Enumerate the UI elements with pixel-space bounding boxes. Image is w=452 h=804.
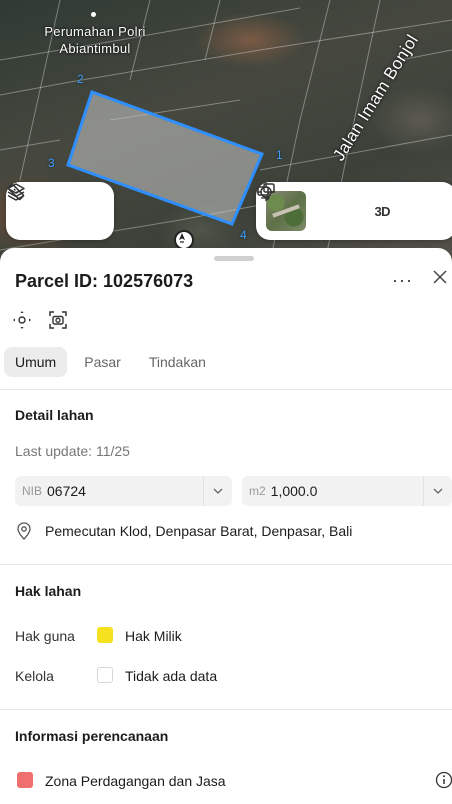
map-tools-right: 3D bbox=[256, 182, 452, 240]
place-label-line1: Perumahan Polri bbox=[44, 24, 146, 39]
location-pin-icon bbox=[17, 522, 31, 540]
vertex-label-4: 4 bbox=[240, 228, 247, 242]
close-button[interactable] bbox=[433, 270, 447, 289]
tab-umum[interactable]: Umum bbox=[4, 347, 68, 377]
page-title: Parcel ID: 102576073 bbox=[15, 271, 194, 291]
detail-section-title: Detail lahan bbox=[15, 407, 94, 423]
compass-button[interactable] bbox=[174, 230, 194, 250]
place-marker bbox=[91, 12, 96, 17]
zoom-to-parcel-button[interactable] bbox=[12, 310, 32, 335]
map-tools-left bbox=[6, 182, 114, 240]
nib-dropdown-button[interactable] bbox=[203, 476, 232, 506]
kelola-label: Kelola bbox=[15, 668, 54, 684]
last-update-text: Last update: 11/25 bbox=[15, 443, 130, 459]
divider bbox=[0, 709, 452, 710]
area-prefix: m2 bbox=[249, 484, 266, 498]
more-button[interactable]: ··· bbox=[392, 270, 413, 291]
map-view[interactable]: Perumahan Polri Abiantimbul Jalan Imam B… bbox=[0, 0, 452, 262]
vertex-label-2: 2 bbox=[77, 72, 84, 86]
view-3d-label: 3D bbox=[374, 203, 391, 219]
hak-milik-swatch bbox=[97, 627, 113, 643]
compare-icon bbox=[257, 183, 275, 201]
area-dropdown-button[interactable] bbox=[423, 476, 452, 506]
chevron-down-icon bbox=[433, 488, 443, 494]
compass-icon bbox=[179, 233, 185, 243]
compare-button[interactable] bbox=[257, 183, 446, 228]
vertex-label-1: 1 bbox=[276, 148, 283, 162]
focus-move-icon bbox=[13, 311, 31, 329]
hak-section-title: Hak lahan bbox=[15, 583, 82, 599]
view-3d-button[interactable]: 3D bbox=[365, 194, 399, 228]
parcel-detail-sheet: Parcel ID: 102576073 ··· Umum Pasar Tind… bbox=[0, 248, 452, 804]
kelola-value: Tidak ada data bbox=[125, 668, 218, 684]
kelola-swatch bbox=[97, 667, 113, 683]
hak-guna-label: Hak guna bbox=[15, 628, 75, 644]
place-label: Perumahan Polri Abiantimbul bbox=[30, 23, 160, 57]
area-value: 1,000.0 bbox=[270, 483, 318, 499]
place-label-line2: Abiantimbul bbox=[59, 41, 131, 56]
divider bbox=[0, 389, 452, 390]
tab-pasar[interactable]: Pasar bbox=[73, 347, 132, 377]
address-text: Pemecutan Klod, Denpasar Barat, Denpasar… bbox=[45, 523, 353, 539]
locate-button[interactable] bbox=[257, 183, 353, 228]
nib-value: 06724 bbox=[47, 483, 86, 499]
measure-button[interactable] bbox=[7, 183, 104, 228]
divider bbox=[0, 564, 452, 565]
sheet-grabber[interactable] bbox=[214, 256, 254, 261]
zona-text: Zona Perdagangan dan Jasa bbox=[45, 773, 226, 789]
nib-prefix: NIB bbox=[22, 484, 43, 498]
zona-swatch bbox=[17, 772, 33, 788]
tab-tindakan[interactable]: Tindakan bbox=[138, 347, 217, 377]
area-field[interactable]: m2 1,000.0 bbox=[242, 476, 452, 506]
close-icon bbox=[433, 270, 447, 284]
planning-section-title: Informasi perencanaan bbox=[15, 728, 169, 744]
hak-guna-value: Hak Milik bbox=[125, 628, 182, 644]
vertex-label-3: 3 bbox=[48, 156, 55, 170]
chevron-down-icon bbox=[213, 488, 223, 494]
ruler-icon bbox=[7, 183, 25, 201]
info-icon[interactable] bbox=[435, 771, 452, 789]
nib-field[interactable]: NIB 06724 bbox=[15, 476, 232, 506]
tab-bar: Umum Pasar Tindakan bbox=[4, 347, 223, 377]
screenshot-button[interactable] bbox=[48, 310, 68, 335]
camera-frame-icon bbox=[49, 311, 67, 329]
